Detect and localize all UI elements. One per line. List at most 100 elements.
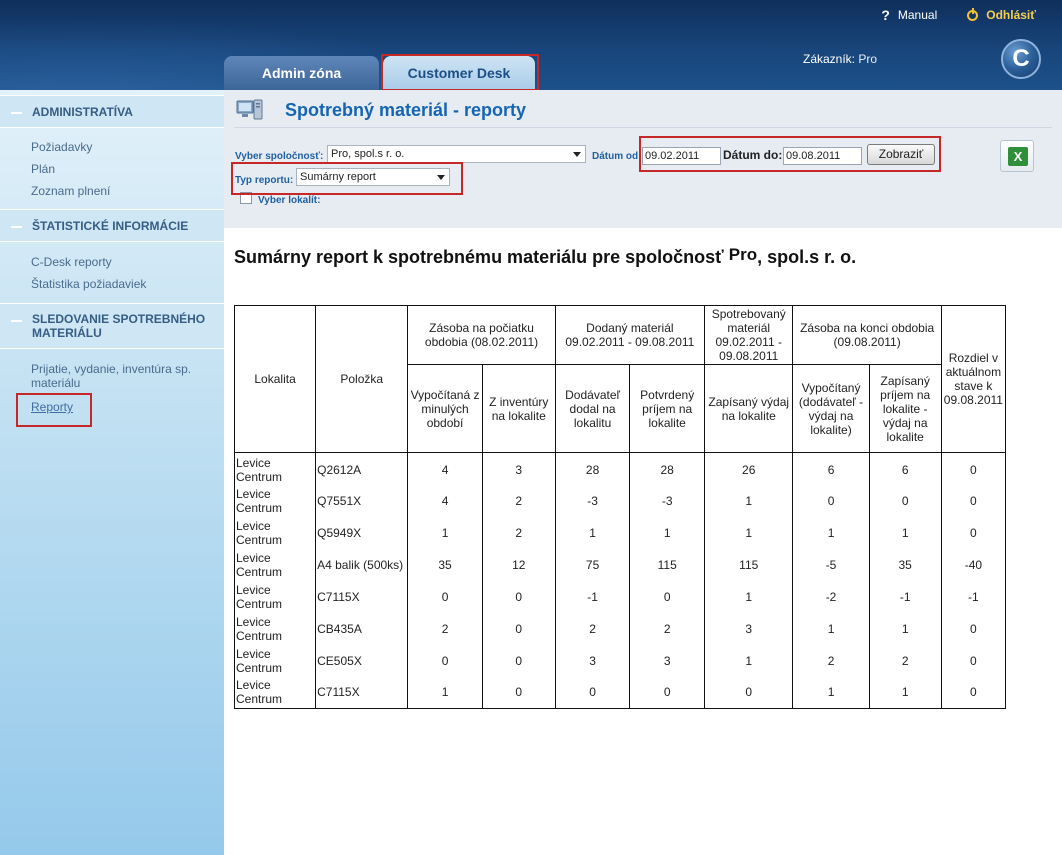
col-z-inventury: Z inventúry na lokalite bbox=[481, 364, 556, 453]
excel-export-button[interactable]: X bbox=[1000, 140, 1034, 172]
table-row: Levice Centrum A4 balik (500ks) 35 12 75 115 1… bbox=[233, 548, 1007, 581]
col-zapisany-prijem: Zapísaný príjem na lokalite - výdaj na l… bbox=[868, 364, 942, 453]
col-vypocitany: Vypočítaný (dodávateľ - výdaj na lokalit… bbox=[792, 364, 870, 453]
report-title-company: Pro bbox=[728, 245, 758, 264]
cell-value: 0 bbox=[481, 580, 556, 613]
cell-value: -2 bbox=[792, 580, 870, 613]
cell-value: 0 bbox=[940, 612, 1007, 645]
cell-value: 1 bbox=[792, 516, 870, 549]
cell-value: 0 bbox=[940, 452, 1007, 485]
cell-value: 2 bbox=[868, 644, 942, 677]
help-icon: ? bbox=[881, 7, 890, 23]
company-select-value: Pro, spol.s r. o. bbox=[331, 148, 405, 160]
col-rozdiel: Rozdiel v aktuálnom stave k 09.08.2011 bbox=[940, 305, 1007, 453]
tab-admin-zone[interactable]: Admin zóna bbox=[224, 56, 379, 90]
sidebar-section-sledovanie[interactable]: SLEDOVANIE SPOTREBNÉHO MATERIÁLU bbox=[0, 303, 224, 349]
sidebar-section-administrativa[interactable]: ADMINISTRATÍVA bbox=[0, 95, 224, 128]
cell-value: 115 bbox=[703, 548, 794, 581]
cell-lokalita: Levice Centrum bbox=[233, 548, 317, 581]
col-lokalita: Lokalita bbox=[233, 305, 317, 453]
logout-link[interactable]: Odhlásiť bbox=[967, 7, 1036, 22]
cell-value: 4 bbox=[407, 452, 483, 485]
cell-value: 0 bbox=[481, 644, 556, 677]
collapse-dash-icon bbox=[11, 111, 22, 114]
report-type-value: Sumárny report bbox=[300, 171, 376, 183]
cell-lokalita: Levice Centrum bbox=[233, 580, 317, 613]
col-dodavatel-dodal: Dodávateľ dodal na lokalitu bbox=[554, 364, 631, 453]
cell-polozka: C7115X bbox=[315, 676, 409, 709]
cell-value: -1 bbox=[940, 580, 1007, 613]
cell-value: 2 bbox=[554, 612, 631, 645]
cell-value: 1 bbox=[407, 516, 483, 549]
table-row: Levice Centrum Q2612A 4 3 28 28 26 6 6 0 bbox=[233, 452, 1007, 485]
top-links: ? Manual Odhlásiť bbox=[881, 7, 1036, 23]
report-title-suffix: , spol.s r. o. bbox=[757, 247, 857, 267]
sidebar-item-zoznam-plneni[interactable]: Zoznam plnení bbox=[31, 184, 110, 198]
table-row: Levice Centrum C7115X 1 0 0 0 0 1 1 0 bbox=[233, 676, 1007, 709]
cell-value: 6 bbox=[792, 452, 870, 485]
col-zasoba-end: Zásoba na konci obdobia (09.08.2011) bbox=[792, 305, 942, 365]
sidebar-item-statistika[interactable]: Štatistika požiadaviek bbox=[31, 277, 146, 291]
cell-value: 4 bbox=[407, 484, 483, 517]
cell-value: -5 bbox=[792, 548, 870, 581]
sidebar-item-plan[interactable]: Plán bbox=[31, 162, 55, 176]
col-vypocitana: Vypočítaná z minulých období bbox=[407, 364, 483, 453]
sidebar-section-statisticke[interactable]: ŠTATISTICKÉ INFORMÁCIE bbox=[0, 209, 224, 242]
table-row: Levice Centrum CB435A 2 0 2 2 3 1 1 0 bbox=[233, 612, 1007, 645]
date-from-input[interactable]: 09.02.2011 bbox=[642, 147, 721, 165]
report-title: Sumárny report k spotrebnému materiálu p… bbox=[234, 245, 857, 268]
cell-lokalita: Levice Centrum bbox=[233, 676, 317, 709]
sidebar-item-poziadavky[interactable]: Požiadavky bbox=[31, 140, 92, 154]
sidebar-section-title: ŠTATISTICKÉ INFORMÁCIE bbox=[32, 218, 189, 233]
date-to-input[interactable]: 09.08.2011 bbox=[783, 147, 862, 165]
col-zasoba-start: Zásoba na počiatku obdobia (08.02.2011) bbox=[407, 305, 556, 365]
manual-link[interactable]: ? Manual bbox=[881, 7, 937, 23]
cell-value: 1 bbox=[629, 516, 705, 549]
cell-value: -3 bbox=[554, 484, 631, 517]
cell-lokalita: Levice Centrum bbox=[233, 516, 317, 549]
report-type-select[interactable]: Sumárny report bbox=[296, 168, 450, 186]
app-header: ? Manual Odhlásiť Zákazník: Pro C Admin … bbox=[0, 0, 1062, 90]
cell-value: 3 bbox=[629, 644, 705, 677]
customer-name: Pro bbox=[858, 52, 878, 66]
excel-export-icon: X bbox=[1008, 147, 1028, 166]
cell-value: 0 bbox=[407, 580, 483, 613]
report-table-body: Levice Centrum Q2612A 4 3 28 28 26 6 6 0 Levice Ce… bbox=[233, 452, 1007, 709]
cell-value: 75 bbox=[554, 548, 631, 581]
cell-lokalita: Levice Centrum bbox=[233, 484, 317, 517]
sidebar-item-prijatie[interactable]: Prijatie, vydanie, inventúra sp. materiá… bbox=[31, 362, 206, 390]
cell-polozka: Q2612A bbox=[315, 452, 409, 485]
cell-value: 0 bbox=[792, 484, 870, 517]
cell-value: 3 bbox=[703, 612, 794, 645]
cell-value: 0 bbox=[629, 580, 705, 613]
col-dodany: Dodaný materiál 09.02.2011 - 09.08.2011 bbox=[554, 305, 705, 365]
sidebar-item-reporty[interactable]: Reporty bbox=[31, 400, 73, 414]
cell-value: -40 bbox=[940, 548, 1007, 581]
cell-polozka: CB435A bbox=[315, 612, 409, 645]
tab-customer-desk[interactable]: Customer Desk bbox=[383, 56, 535, 90]
location-checkbox[interactable] bbox=[240, 192, 252, 204]
date-to-label: Dátum do: bbox=[723, 148, 783, 162]
col-potvrdeny-prijem: Potvrdený príjem na lokalite bbox=[629, 364, 705, 453]
company-label: Vyber spoločnosť: bbox=[235, 151, 324, 162]
page-title: Spotrebný materiál - reporty bbox=[285, 100, 527, 120]
sidebar-item-c-desk-reporty[interactable]: C-Desk reporty bbox=[31, 255, 112, 269]
cell-polozka: A4 balik (500ks) bbox=[315, 548, 409, 581]
cell-value: 0 bbox=[940, 644, 1007, 677]
customer-label: Zákazník: bbox=[803, 52, 856, 66]
table-row: Levice Centrum Q7551X 4 2 -3 -3 1 0 0 0 bbox=[233, 484, 1007, 517]
cell-value: 0 bbox=[481, 676, 556, 709]
cell-value: 0 bbox=[703, 676, 794, 709]
cell-polozka: Q7551X bbox=[315, 484, 409, 517]
chevron-down-icon bbox=[437, 175, 445, 180]
report-type-label: Typ reportu: bbox=[235, 175, 294, 186]
company-select[interactable]: Pro, spol.s r. o. bbox=[327, 145, 586, 163]
cell-value: 28 bbox=[554, 452, 631, 485]
cell-value: 2 bbox=[629, 612, 705, 645]
show-button[interactable]: Zobraziť bbox=[867, 144, 935, 165]
cell-value: 0 bbox=[407, 644, 483, 677]
cell-value: 1 bbox=[703, 484, 794, 517]
cell-value: 1 bbox=[703, 580, 794, 613]
cell-value: 0 bbox=[940, 676, 1007, 709]
cell-value: 1 bbox=[703, 644, 794, 677]
